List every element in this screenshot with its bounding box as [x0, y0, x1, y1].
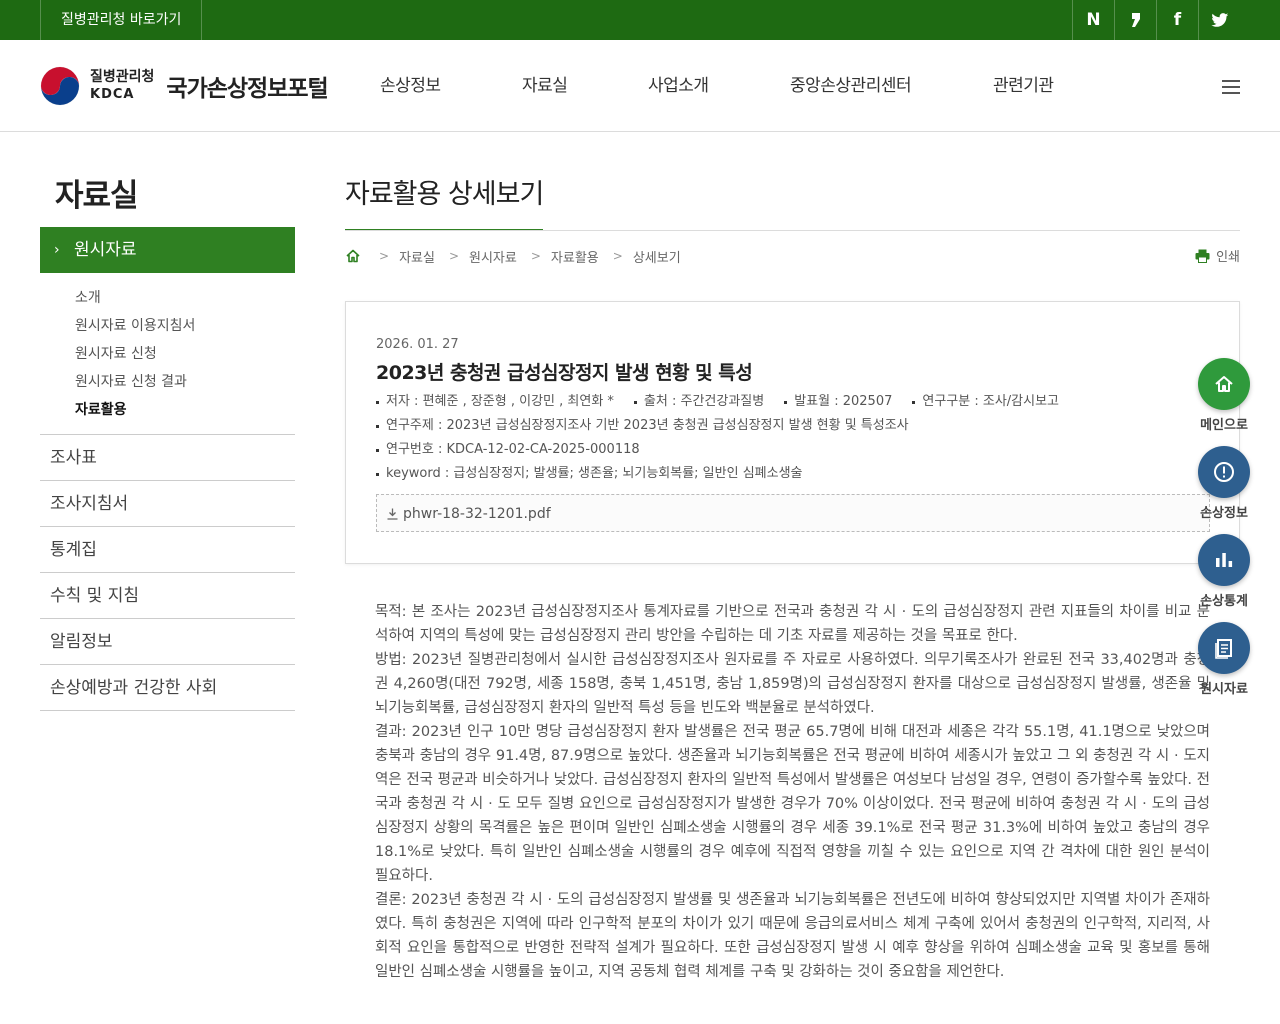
sidebar-item-raw-data[interactable]: › 원시자료	[40, 227, 295, 273]
printer-icon	[1195, 249, 1210, 263]
chevron-right-icon: ›	[54, 242, 60, 258]
sidebar-item-rules[interactable]: 수칙 및 지침	[40, 573, 295, 619]
global-nav: 손상정보 자료실 사업소개 중앙손상관리센터 관련기관	[380, 40, 1093, 132]
home-icon[interactable]	[345, 248, 361, 264]
sidebar-item-questionnaire[interactable]: 조사표	[40, 435, 295, 481]
document-icon	[1215, 639, 1232, 659]
sidebar-menu: 조사표 조사지침서 통계집 수칙 및 지침 알림정보 손상예방과 건강한 사회	[40, 434, 295, 711]
gnb-item-archive[interactable]: 자료실	[522, 40, 648, 132]
breadcrumb-item[interactable]: 자료실	[399, 247, 435, 266]
sidebar-item-notices[interactable]: 알림정보	[40, 619, 295, 665]
document-meta: 저자 : 편혜준 , 장준형 , 이강민 , 최연화 * 출처 : 주간건강과질…	[376, 390, 1079, 486]
sidebar-sub-request-result[interactable]: 원시자료 신청 결과	[40, 368, 295, 396]
sidebar-item-survey-guide[interactable]: 조사지침서	[40, 481, 295, 527]
abstract-result: 결과: 2023년 인구 10만 명당 급성심장정지 환자 발생률은 전국 평균…	[375, 724, 1210, 884]
abstract-conclusion: 결론: 2023년 충청권 각 시 · 도의 급성심장정지 발생률 및 생존율과…	[375, 892, 1210, 980]
org-name: 질병관리청 KDCA	[90, 68, 155, 103]
breadcrumb: > 자료실 > 원시자료 > 자료활용 > 상세보기	[345, 246, 681, 266]
document-date: 2026. 01. 27	[376, 337, 459, 352]
chevron-right-icon: >	[612, 249, 623, 263]
quick-main-button[interactable]: 메인으로	[1198, 358, 1250, 433]
twitter-icon[interactable]	[1198, 0, 1240, 40]
gnb-item-central-center[interactable]: 중앙손상관리센터	[790, 40, 993, 132]
sidebar-sub-intro[interactable]: 소개	[40, 284, 295, 312]
breadcrumb-item: 상세보기	[632, 250, 681, 266]
print-button[interactable]: 인쇄	[1195, 246, 1240, 265]
page-title: 자료활용 상세보기	[345, 172, 544, 231]
abstract-method: 방법: 2023년 질병관리청에서 실시한 급성심장정지조사 원자료를 주 자료…	[375, 652, 1210, 716]
attachment-download[interactable]: phwr-18-32-1201.pdf	[376, 494, 1210, 532]
breadcrumb-item[interactable]: 자료활용	[551, 247, 599, 266]
org-name-en: KDCA	[90, 87, 135, 103]
kdca-shortcut-link[interactable]: 질병관리청 바로가기	[40, 0, 203, 40]
download-icon	[387, 508, 398, 520]
naver-blog-icon[interactable]: N	[1072, 0, 1114, 40]
chevron-right-icon: >	[530, 249, 541, 263]
site-header: 질병관리청 KDCA 국가손상정보포털 손상정보 자료실 사업소개 중앙손상관리…	[0, 40, 1280, 132]
sidebar-submenu: 소개 원시자료 이용지침서 원시자료 신청 원시자료 신청 결과 자료활용	[40, 284, 295, 424]
kakao-story-icon[interactable]	[1114, 0, 1156, 40]
kdca-emblem-icon	[40, 66, 80, 106]
facebook-icon[interactable]: f	[1156, 0, 1198, 40]
print-label: 인쇄	[1216, 250, 1240, 265]
meta-keyword: keyword : 급성심장정지; 발생률; 생존율; 뇌기능회복률; 일반인 …	[376, 462, 803, 486]
chevron-right-icon: >	[379, 249, 390, 263]
quick-injury-info-button[interactable]: 손상정보	[1198, 446, 1250, 521]
sidebar-item-label: 원시자료	[74, 240, 137, 260]
attachment-filename: phwr-18-32-1201.pdf	[403, 506, 551, 522]
meta-number: 연구번호 : KDCA-12-02-CA-2025-000118	[376, 438, 640, 462]
divider	[345, 230, 1240, 231]
quick-label: 원시자료	[1200, 682, 1248, 697]
home-icon	[1215, 376, 1233, 392]
top-bar: 질병관리청 바로가기 N f	[0, 0, 1280, 40]
sns-links: N f	[1072, 0, 1240, 40]
document-abstract: 목적: 본 조사는 2023년 급성심장정지조사 통계자료를 기반으로 전국과 …	[375, 600, 1210, 984]
meta-author: 저자 : 편혜준 , 장준형 , 이강민 , 최연화 *	[376, 390, 614, 414]
sidebar-sub-request[interactable]: 원시자료 신청	[40, 340, 295, 368]
site-name: 국가손상정보포털	[166, 76, 328, 102]
bar-chart-icon	[1216, 553, 1233, 567]
meta-published: 발표월 : 202507	[784, 390, 892, 414]
hamburger-menu-icon[interactable]	[1222, 80, 1240, 94]
quick-injury-stats-button[interactable]: 손상통계	[1198, 534, 1250, 609]
gnb-item-injury-info[interactable]: 손상정보	[380, 40, 522, 132]
gnb-item-projects[interactable]: 사업소개	[648, 40, 790, 132]
info-icon	[1214, 462, 1234, 482]
quick-raw-data-button[interactable]: 원시자료	[1198, 622, 1250, 697]
breadcrumb-item[interactable]: 원시자료	[469, 247, 517, 266]
abstract-purpose: 목적: 본 조사는 2023년 급성심장정지조사 통계자료를 기반으로 전국과 …	[375, 604, 1210, 644]
sidebar-item-prevention[interactable]: 손상예방과 건강한 사회	[40, 665, 295, 711]
sidebar-title: 자료실	[55, 178, 139, 214]
quick-label: 손상정보	[1200, 506, 1248, 521]
sidebar-sub-data-usage[interactable]: 자료활용	[40, 396, 295, 424]
meta-topic: 연구주제 : 2023년 급성심장정지조사 기반 2023년 충청권 급성심장정…	[376, 414, 909, 438]
sidebar-item-statistics[interactable]: 통계집	[40, 527, 295, 573]
quick-label: 손상통계	[1200, 594, 1248, 609]
sidebar-sub-guide[interactable]: 원시자료 이용지침서	[40, 312, 295, 340]
chevron-right-icon: >	[448, 249, 460, 263]
gnb-item-related-orgs[interactable]: 관련기관	[993, 40, 1093, 132]
document-title: 2023년 충청권 급성심장정지 발생 현황 및 특성	[376, 362, 753, 384]
meta-category: 연구구분 : 조사/감시보고	[912, 390, 1059, 414]
site-logo[interactable]: 질병관리청 KDCA 국가손상정보포털	[40, 66, 329, 106]
quick-label: 메인으로	[1200, 418, 1248, 433]
document-info-card: 2026. 01. 27 2023년 충청권 급성심장정지 발생 현황 및 특성…	[345, 301, 1240, 564]
org-name-ko: 질병관리청	[90, 68, 155, 85]
meta-source: 출처 : 주간건강과질병	[633, 390, 764, 414]
